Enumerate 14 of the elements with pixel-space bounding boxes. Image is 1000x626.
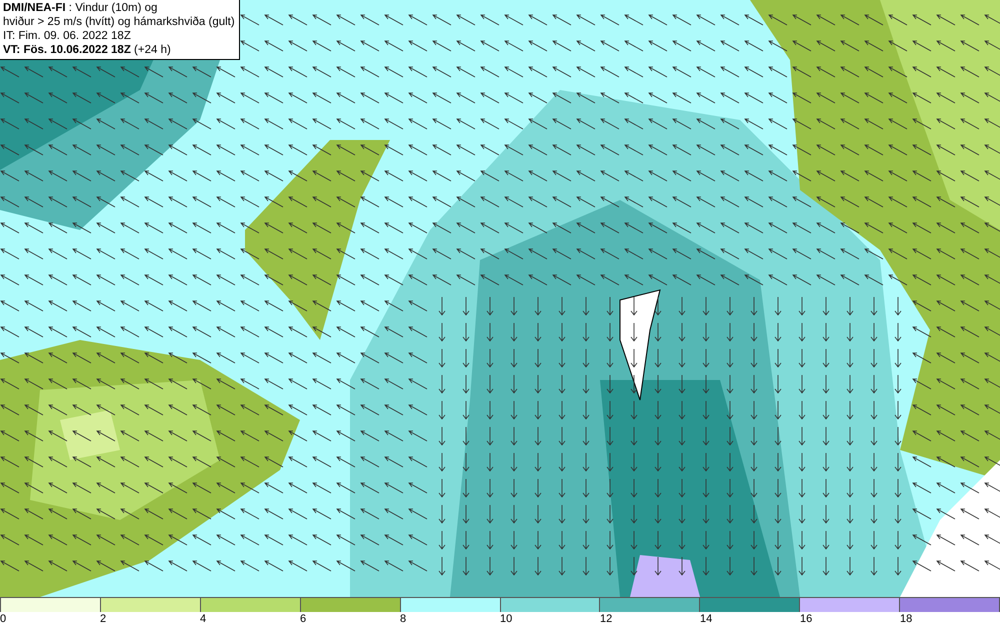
scale-label: 10 [500, 613, 512, 625]
legend-text: IT: Fim. 09. 06. 2022 18Z [3, 29, 132, 43]
scale-label: 16 [800, 613, 812, 625]
scale-label: 8 [400, 613, 406, 625]
legend-text: VT: Fös. 10.06.2022 18Z (+24 h) [3, 43, 172, 57]
scale-label: 12 [600, 613, 612, 625]
scale-label: 6 [300, 613, 306, 625]
legend-text: hviður > 25 m/s (hvítt) og hámarkshviða (gult) [3, 15, 235, 29]
scale-label: 14 [700, 613, 712, 625]
scale-label: 4 [200, 613, 206, 625]
legend-text: DMI/NEA-FI : Vindur (10m) og [3, 1, 158, 15]
scale-label: 18 [900, 613, 912, 625]
scale-label: 0 [0, 613, 6, 625]
scale-label: 2 [100, 613, 106, 625]
